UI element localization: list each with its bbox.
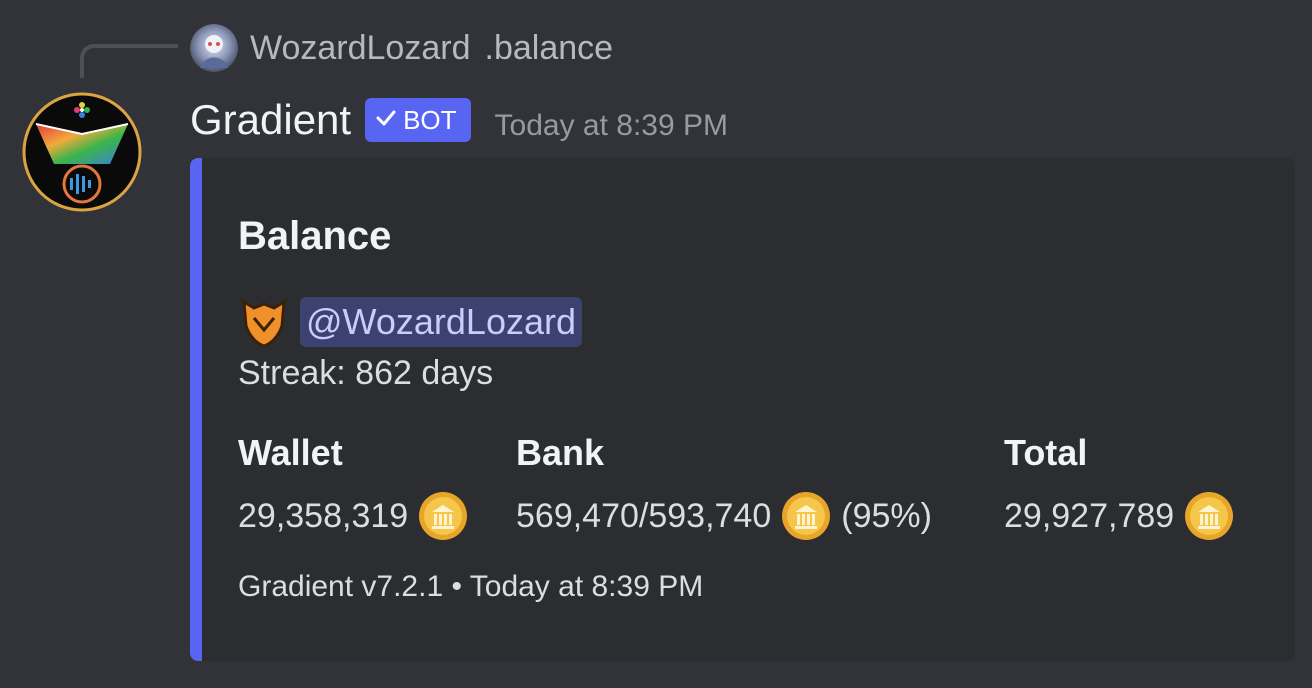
bank-percent: (95%) <box>841 496 932 535</box>
wallet-field: Wallet 29,358,319 <box>238 432 468 542</box>
bank-coin-icon <box>418 491 468 541</box>
total-label: Total <box>1004 432 1088 473</box>
bank-value: 569,470/593,740 <box>516 496 772 535</box>
bank-label: Bank <box>516 432 605 473</box>
message-timestamp[interactable]: Today at 8:39 PM <box>495 109 728 143</box>
embed-footer: Gradient v7.2.1 • Today at 8:39 PM <box>238 570 704 603</box>
total-value: 29,927,789 <box>1004 496 1175 535</box>
mention-row: @WozardLozard <box>238 294 582 350</box>
reply-text[interactable]: .balance <box>485 29 614 68</box>
reply-avatar[interactable] <box>190 24 238 72</box>
shield-emoji-icon <box>238 296 290 348</box>
embed-title: Balance <box>238 214 392 258</box>
total-field: Total 29,927,789 <box>1004 432 1234 542</box>
wallet-value-row: 29,358,319 <box>238 490 468 542</box>
reply-connector <box>80 44 178 78</box>
bank-coin-icon <box>1184 491 1234 541</box>
bank-coin-icon <box>781 491 831 541</box>
user-mention[interactable]: @WozardLozard <box>300 297 582 347</box>
reply-author[interactable]: WozardLozard <box>250 29 471 68</box>
bot-badge-label: BOT <box>403 104 457 135</box>
streak-text: Streak: 862 days <box>238 354 494 392</box>
bank-field: Bank 569,470/593,740 (95%) <box>516 432 932 542</box>
balance-embed: Balance @WozardLozard Streak: 862 days W… <box>190 158 1295 661</box>
embed-accent-bar <box>190 158 202 661</box>
total-value-row: 29,927,789 <box>1004 490 1234 542</box>
bank-value-row: 569,470/593,740 (95%) <box>516 490 932 542</box>
wallet-label: Wallet <box>238 432 343 473</box>
author-name[interactable]: Gradient <box>190 96 351 144</box>
message-header: Gradient BOT Today at 8:39 PM <box>190 92 728 148</box>
bot-badge: BOT <box>365 98 471 142</box>
reply-reference[interactable]: WozardLozard .balance <box>190 24 613 72</box>
bot-avatar[interactable] <box>22 92 142 212</box>
check-icon <box>375 105 397 136</box>
wallet-value: 29,358,319 <box>238 496 409 535</box>
